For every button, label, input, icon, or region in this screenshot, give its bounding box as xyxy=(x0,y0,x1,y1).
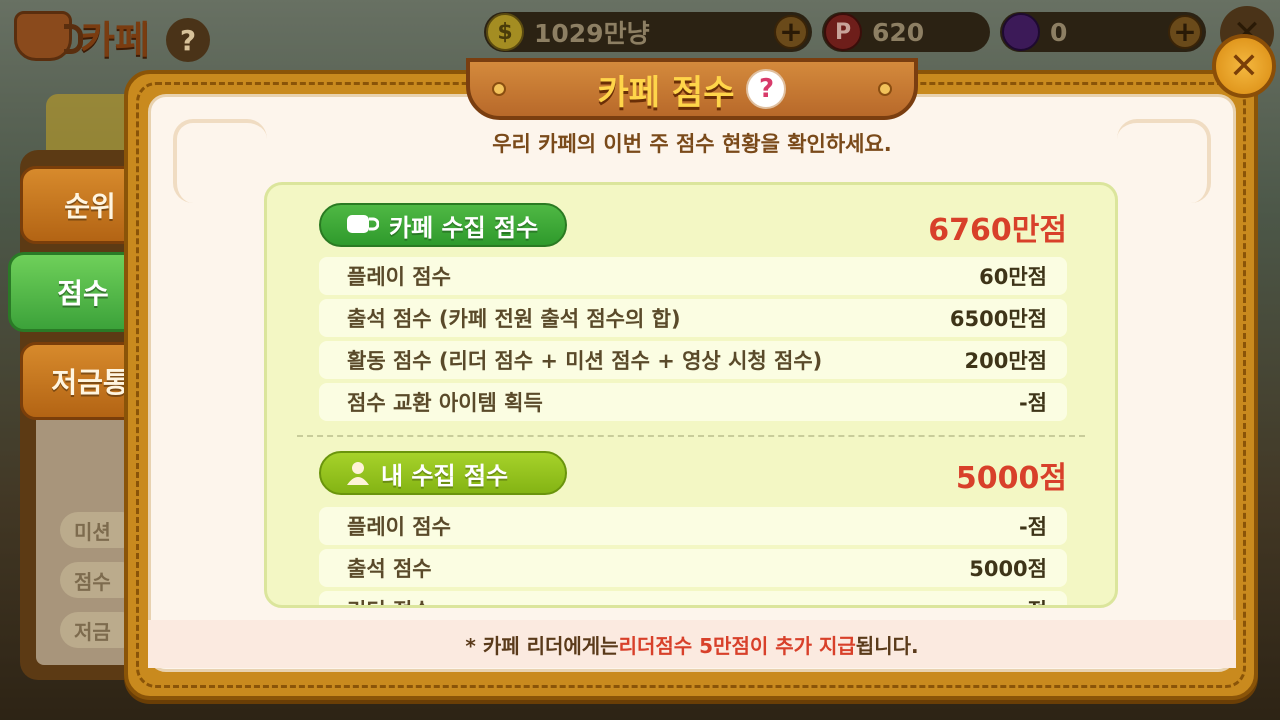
points-counter: P 620 xyxy=(822,12,990,52)
row-label: 출석 점수 xyxy=(347,557,432,581)
money-counter: $ 1029만냥 + xyxy=(484,12,812,52)
cafe-row-attendance: 출석 점수 (카페 전원 출석 점수의 합) 6500만점 xyxy=(319,299,1067,337)
row-label: 리더 점수 xyxy=(347,595,432,605)
row-label: 출석 점수 (카페 전원 출석 점수의 합) xyxy=(347,307,681,331)
row-value: 6500만점 xyxy=(949,307,1047,331)
cafe-logo-text: 카페 xyxy=(80,17,150,62)
popup-title: 카페 점수 xyxy=(597,72,735,113)
row-value: -점 xyxy=(1019,595,1047,605)
cafe-score-pill: 카페 수집 점수 xyxy=(319,203,567,247)
row-label: 플레이 점수 xyxy=(347,265,451,289)
add-gem-button[interactable]: + xyxy=(1168,15,1202,49)
my-score-pill: 내 수집 점수 xyxy=(319,451,567,495)
row-label: 활동 점수 (리더 점수 + 미션 점수 + 영상 시청 점수) xyxy=(347,349,823,373)
person-icon xyxy=(345,460,371,486)
leader-bonus-note: * 카페 리더에게는 리더점수 5만점이 추가 지급 됩니다. xyxy=(148,620,1236,668)
row-value: -점 xyxy=(1018,515,1047,539)
my-score-header: 내 수집 점수 5000점 xyxy=(319,451,1067,496)
gem-value: 0 xyxy=(1050,17,1068,47)
money-value: 1029만냥 xyxy=(534,19,650,48)
coffee-cup-icon xyxy=(345,213,379,237)
footer-prefix: * 카페 리더에게는 xyxy=(465,633,619,658)
gem-icon xyxy=(1002,13,1040,51)
footer-suffix: 됩니다. xyxy=(855,633,919,658)
row-value: 5000점 xyxy=(969,557,1047,581)
my-row-play: 플레이 점수 -점 xyxy=(319,507,1067,545)
row-label: 점수 교환 아이템 획득 xyxy=(347,391,543,415)
cafe-row-exchange-item: 점수 교환 아이템 획득 -점 xyxy=(319,383,1067,421)
score-list[interactable]: 카페 수집 점수 6760만점 플레이 점수 60만점 출석 점수 (카페 전원… xyxy=(264,182,1118,608)
my-score-total: 5000점 xyxy=(955,461,1067,496)
section-divider xyxy=(297,435,1085,437)
popup-subtitle: 우리 카페의 이번 주 점수 현황을 확인하세요. xyxy=(492,132,892,156)
title-plate-rivet-left xyxy=(492,82,506,96)
popup-title-plate: 카페 점수 ? xyxy=(466,58,918,120)
footer-highlight: 리더점수 5만점이 추가 지급 xyxy=(618,633,856,658)
help-button[interactable]: ? xyxy=(166,18,210,62)
cafe-row-play: 플레이 점수 60만점 xyxy=(319,257,1067,295)
row-value: 60만점 xyxy=(979,265,1047,289)
points-value: 620 xyxy=(872,17,925,47)
gem-counter: 0 + xyxy=(1000,12,1206,52)
row-value: -점 xyxy=(1018,391,1047,415)
cafe-cup-icon xyxy=(14,11,83,61)
title-plate-rivet-right xyxy=(878,82,892,96)
cafe-score-label: 카페 수집 점수 xyxy=(389,213,539,242)
cafe-score-total: 6760만점 xyxy=(928,213,1067,248)
my-score-label: 내 수집 점수 xyxy=(381,461,509,490)
coin-icon: $ xyxy=(486,13,524,51)
points-icon: P xyxy=(824,13,862,51)
my-row-attendance: 출석 점수 5000점 xyxy=(319,549,1067,587)
row-label: 플레이 점수 xyxy=(347,515,451,539)
score-help-button[interactable]: ? xyxy=(746,69,787,109)
cafe-row-activity: 활동 점수 (리더 점수 + 미션 점수 + 영상 시청 점수) 200만점 xyxy=(319,341,1067,379)
cafe-logo: 카페 xyxy=(14,8,150,64)
row-value: 200만점 xyxy=(964,349,1047,373)
popup-close-button[interactable]: ✕ xyxy=(1212,34,1276,98)
my-row-leader: 리더 점수 -점 xyxy=(319,591,1067,605)
cafe-score-header: 카페 수집 점수 6760만점 xyxy=(319,203,1067,248)
add-money-button[interactable]: + xyxy=(774,15,808,49)
